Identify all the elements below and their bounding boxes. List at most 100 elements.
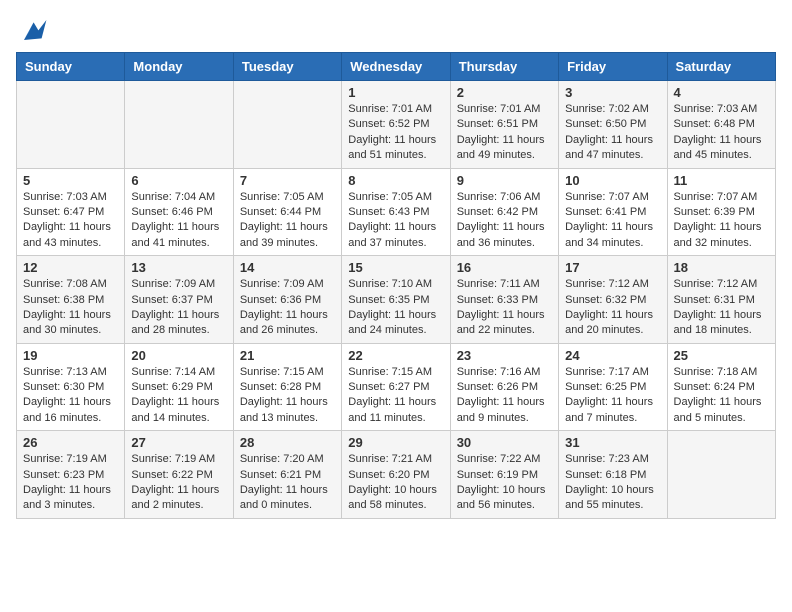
day-info: Sunrise: 7:08 AM Sunset: 6:38 PM Dayligh…	[23, 277, 118, 339]
weekday-header: Sunday	[17, 53, 125, 81]
day-info: Sunrise: 7:15 AM Sunset: 6:28 PM Dayligh…	[240, 365, 335, 427]
day-number: 2	[457, 85, 552, 100]
day-info: Sunrise: 7:07 AM Sunset: 6:39 PM Dayligh…	[674, 190, 769, 252]
calendar-cell: 18Sunrise: 7:12 AM Sunset: 6:31 PM Dayli…	[667, 256, 775, 344]
page-header	[16, 16, 776, 44]
day-number: 14	[240, 260, 335, 275]
calendar-cell	[667, 431, 775, 519]
day-number: 30	[457, 435, 552, 450]
weekday-header: Friday	[559, 53, 667, 81]
calendar-cell: 19Sunrise: 7:13 AM Sunset: 6:30 PM Dayli…	[17, 343, 125, 431]
day-number: 1	[348, 85, 443, 100]
calendar-cell: 11 Sunrise: 7:07 AM Sunset: 6:39 PM Dayli…	[667, 168, 775, 256]
day-number: 23	[457, 348, 552, 363]
calendar-cell: 1 Sunrise: 7:01 AM Sunset: 6:52 PM Daylig…	[342, 81, 450, 169]
day-number: 8	[348, 173, 443, 188]
day-info: Sunrise: 7:21 AM Sunset: 6:20 PM Dayligh…	[348, 452, 443, 514]
calendar-week-row: 1 Sunrise: 7:01 AM Sunset: 6:52 PM Daylig…	[17, 81, 776, 169]
day-number: 12	[23, 260, 118, 275]
day-number: 11	[674, 173, 769, 188]
day-info: Sunrise: 7:19 AM Sunset: 6:23 PM Dayligh…	[23, 452, 118, 514]
calendar-cell: 5 Sunrise: 7:03 AM Sunset: 6:47 PM Daylig…	[17, 168, 125, 256]
calendar-cell	[233, 81, 341, 169]
day-info: Sunrise: 7:03 AM Sunset: 6:47 PM Dayligh…	[23, 190, 118, 252]
calendar-cell: 30 Sunrise: 7:22 AM Sunset: 6:19 PM Dayli…	[450, 431, 558, 519]
weekday-header: Thursday	[450, 53, 558, 81]
calendar-cell: 6Sunrise: 7:04 AM Sunset: 6:46 PM Daylig…	[125, 168, 233, 256]
day-info: Sunrise: 7:10 AM Sunset: 6:35 PM Dayligh…	[348, 277, 443, 339]
calendar-cell: 25Sunrise: 7:18 AM Sunset: 6:24 PM Dayli…	[667, 343, 775, 431]
calendar-cell: 27 Sunrise: 7:19 AM Sunset: 6:22 PM Dayli…	[125, 431, 233, 519]
day-info: Sunrise: 7:17 AM Sunset: 6:25 PM Dayligh…	[565, 365, 660, 427]
calendar-week-row: 5 Sunrise: 7:03 AM Sunset: 6:47 PM Daylig…	[17, 168, 776, 256]
calendar-week-row: 12 Sunrise: 7:08 AM Sunset: 6:38 PM Dayli…	[17, 256, 776, 344]
calendar-cell	[125, 81, 233, 169]
calendar-cell: 28Sunrise: 7:20 AM Sunset: 6:21 PM Dayli…	[233, 431, 341, 519]
calendar-cell: 17 Sunrise: 7:12 AM Sunset: 6:32 PM Dayli…	[559, 256, 667, 344]
calendar-cell: 9 Sunrise: 7:06 AM Sunset: 6:42 PM Daylig…	[450, 168, 558, 256]
day-info: Sunrise: 7:15 AM Sunset: 6:27 PM Dayligh…	[348, 365, 443, 427]
day-info: Sunrise: 7:04 AM Sunset: 6:46 PM Dayligh…	[131, 190, 226, 252]
weekday-header: Monday	[125, 53, 233, 81]
day-info: Sunrise: 7:05 AM Sunset: 6:43 PM Dayligh…	[348, 190, 443, 252]
day-info: Sunrise: 7:01 AM Sunset: 6:51 PM Dayligh…	[457, 102, 552, 164]
weekday-header: Wednesday	[342, 53, 450, 81]
day-number: 10	[565, 173, 660, 188]
calendar-cell: 21Sunrise: 7:15 AM Sunset: 6:28 PM Dayli…	[233, 343, 341, 431]
day-number: 9	[457, 173, 552, 188]
calendar-cell: 8 Sunrise: 7:05 AM Sunset: 6:43 PM Daylig…	[342, 168, 450, 256]
day-info: Sunrise: 7:11 AM Sunset: 6:33 PM Dayligh…	[457, 277, 552, 339]
calendar-cell: 12 Sunrise: 7:08 AM Sunset: 6:38 PM Dayli…	[17, 256, 125, 344]
calendar-cell: 24 Sunrise: 7:17 AM Sunset: 6:25 PM Dayli…	[559, 343, 667, 431]
calendar-cell: 31 Sunrise: 7:23 AM Sunset: 6:18 PM Dayli…	[559, 431, 667, 519]
day-info: Sunrise: 7:02 AM Sunset: 6:50 PM Dayligh…	[565, 102, 660, 164]
day-info: Sunrise: 7:19 AM Sunset: 6:22 PM Dayligh…	[131, 452, 226, 514]
day-number: 5	[23, 173, 118, 188]
calendar-cell: 2 Sunrise: 7:01 AM Sunset: 6:51 PM Daylig…	[450, 81, 558, 169]
calendar-cell: 15 Sunrise: 7:10 AM Sunset: 6:35 PM Dayli…	[342, 256, 450, 344]
calendar-cell: 14 Sunrise: 7:09 AM Sunset: 6:36 PM Dayli…	[233, 256, 341, 344]
day-info: Sunrise: 7:22 AM Sunset: 6:19 PM Dayligh…	[457, 452, 552, 514]
logo-icon	[16, 16, 48, 44]
day-info: Sunrise: 7:13 AM Sunset: 6:30 PM Dayligh…	[23, 365, 118, 427]
calendar-cell: 20 Sunrise: 7:14 AM Sunset: 6:29 PM Dayli…	[125, 343, 233, 431]
day-number: 22	[348, 348, 443, 363]
day-number: 18	[674, 260, 769, 275]
day-number: 17	[565, 260, 660, 275]
calendar-table: SundayMondayTuesdayWednesdayThursdayFrid…	[16, 52, 776, 519]
calendar-cell: 23 Sunrise: 7:16 AM Sunset: 6:26 PM Dayli…	[450, 343, 558, 431]
day-info: Sunrise: 7:14 AM Sunset: 6:29 PM Dayligh…	[131, 365, 226, 427]
calendar-cell: 16 Sunrise: 7:11 AM Sunset: 6:33 PM Dayli…	[450, 256, 558, 344]
day-number: 28	[240, 435, 335, 450]
day-number: 24	[565, 348, 660, 363]
day-info: Sunrise: 7:12 AM Sunset: 6:32 PM Dayligh…	[565, 277, 660, 339]
day-info: Sunrise: 7:01 AM Sunset: 6:52 PM Dayligh…	[348, 102, 443, 164]
day-number: 13	[131, 260, 226, 275]
calendar-week-row: 19Sunrise: 7:13 AM Sunset: 6:30 PM Dayli…	[17, 343, 776, 431]
day-number: 27	[131, 435, 226, 450]
logo	[16, 16, 52, 44]
calendar-cell: 22 Sunrise: 7:15 AM Sunset: 6:27 PM Dayli…	[342, 343, 450, 431]
calendar-cell: 26 Sunrise: 7:19 AM Sunset: 6:23 PM Dayli…	[17, 431, 125, 519]
calendar-cell: 29 Sunrise: 7:21 AM Sunset: 6:20 PM Dayli…	[342, 431, 450, 519]
day-info: Sunrise: 7:06 AM Sunset: 6:42 PM Dayligh…	[457, 190, 552, 252]
calendar-week-row: 26 Sunrise: 7:19 AM Sunset: 6:23 PM Dayli…	[17, 431, 776, 519]
calendar-cell: 13 Sunrise: 7:09 AM Sunset: 6:37 PM Dayli…	[125, 256, 233, 344]
day-info: Sunrise: 7:16 AM Sunset: 6:26 PM Dayligh…	[457, 365, 552, 427]
day-info: Sunrise: 7:03 AM Sunset: 6:48 PM Dayligh…	[674, 102, 769, 164]
calendar-cell: 3 Sunrise: 7:02 AM Sunset: 6:50 PM Daylig…	[559, 81, 667, 169]
day-info: Sunrise: 7:05 AM Sunset: 6:44 PM Dayligh…	[240, 190, 335, 252]
day-number: 29	[348, 435, 443, 450]
day-number: 25	[674, 348, 769, 363]
day-number: 26	[23, 435, 118, 450]
day-number: 16	[457, 260, 552, 275]
day-info: Sunrise: 7:09 AM Sunset: 6:36 PM Dayligh…	[240, 277, 335, 339]
day-number: 31	[565, 435, 660, 450]
weekday-header-row: SundayMondayTuesdayWednesdayThursdayFrid…	[17, 53, 776, 81]
day-info: Sunrise: 7:23 AM Sunset: 6:18 PM Dayligh…	[565, 452, 660, 514]
day-info: Sunrise: 7:09 AM Sunset: 6:37 PM Dayligh…	[131, 277, 226, 339]
day-number: 20	[131, 348, 226, 363]
day-number: 3	[565, 85, 660, 100]
day-number: 15	[348, 260, 443, 275]
weekday-header: Tuesday	[233, 53, 341, 81]
